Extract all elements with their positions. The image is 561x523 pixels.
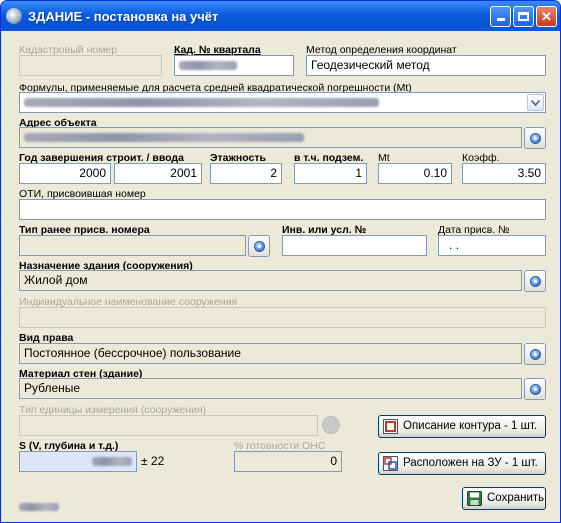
floors-field[interactable]: 2 [210, 163, 282, 184]
readiness-field: 0 [234, 451, 342, 472]
redacted-formula [24, 98, 379, 108]
save-icon [467, 491, 482, 506]
individual-name-field [19, 307, 546, 328]
select-icon [254, 241, 265, 252]
coord-method-field[interactable]: Геодезический метод [306, 55, 546, 76]
prev-number-type-picker-button[interactable] [248, 235, 270, 257]
contour-icon [383, 419, 398, 434]
coef-field[interactable]: 3.50 [462, 163, 546, 184]
year-commissioned-field[interactable]: 2001 [114, 163, 202, 184]
address-picker-button[interactable] [524, 127, 546, 149]
chevron-down-icon[interactable] [527, 94, 544, 111]
right-type-field: Постоянное (бессрочное) пользование [19, 343, 522, 364]
location-icon [383, 456, 398, 471]
inv-number-field[interactable] [282, 235, 427, 256]
maximize-button[interactable] [513, 6, 534, 27]
title-bar[interactable]: ЗДАНИЕ - постановка на учёт ✕ [1, 1, 560, 31]
area-tolerance: ± 22 [141, 454, 165, 468]
prev-number-type-field [19, 235, 246, 256]
oti-field[interactable] [19, 199, 546, 220]
save-button-label: Сохранить [487, 492, 545, 504]
wall-material-field: Рубленые [19, 378, 522, 399]
contour-description-button[interactable]: Описание контура - 1 шт. [378, 415, 546, 438]
purpose-field: Жилой дом [19, 270, 522, 291]
area-field[interactable] [19, 451, 137, 472]
wall-material-picker-button[interactable] [524, 378, 546, 400]
dialog-window: ЗДАНИЕ - постановка на учёт ✕ Кадастровы… [0, 0, 561, 523]
redacted-address [24, 133, 304, 143]
redacted-footer-id [19, 503, 59, 511]
year-built-field[interactable]: 2000 [19, 163, 111, 184]
form-panel: Кадастровый номер Кад. № квартала Метод … [4, 31, 557, 520]
address-field [19, 127, 522, 148]
maximize-icon [518, 12, 529, 21]
close-icon: ✕ [541, 9, 552, 24]
block-number-field[interactable] [174, 55, 294, 76]
underground-field[interactable]: 1 [294, 163, 367, 184]
location-on-plot-button[interactable]: Расположен на ЗУ - 1 шт. [378, 452, 546, 475]
unit-type-field [19, 415, 318, 436]
save-button[interactable]: Сохранить [462, 487, 546, 510]
right-type-picker-button[interactable] [524, 343, 546, 365]
formulas-select[interactable] [19, 92, 546, 113]
minimize-icon [496, 18, 505, 21]
minimize-button[interactable] [490, 6, 511, 27]
location-button-label: Расположен на ЗУ - 1 шт. [403, 457, 538, 469]
select-icon [530, 276, 541, 287]
purpose-picker-button[interactable] [524, 270, 546, 292]
contour-button-label: Описание контура - 1 шт. [403, 420, 538, 432]
assign-date-field[interactable]: . . [438, 235, 546, 256]
close-button[interactable]: ✕ [536, 6, 557, 27]
select-icon [530, 349, 541, 360]
redacted-area [92, 457, 132, 467]
mt-field[interactable]: 0.10 [378, 163, 452, 184]
unit-type-picker-icon [322, 416, 340, 434]
cadastral-number-field [19, 55, 162, 76]
window-title: ЗДАНИЕ - постановка на учёт [28, 9, 219, 24]
redacted-block-number [179, 61, 237, 71]
app-icon[interactable] [6, 8, 22, 24]
select-icon [530, 133, 541, 144]
select-icon [530, 384, 541, 395]
